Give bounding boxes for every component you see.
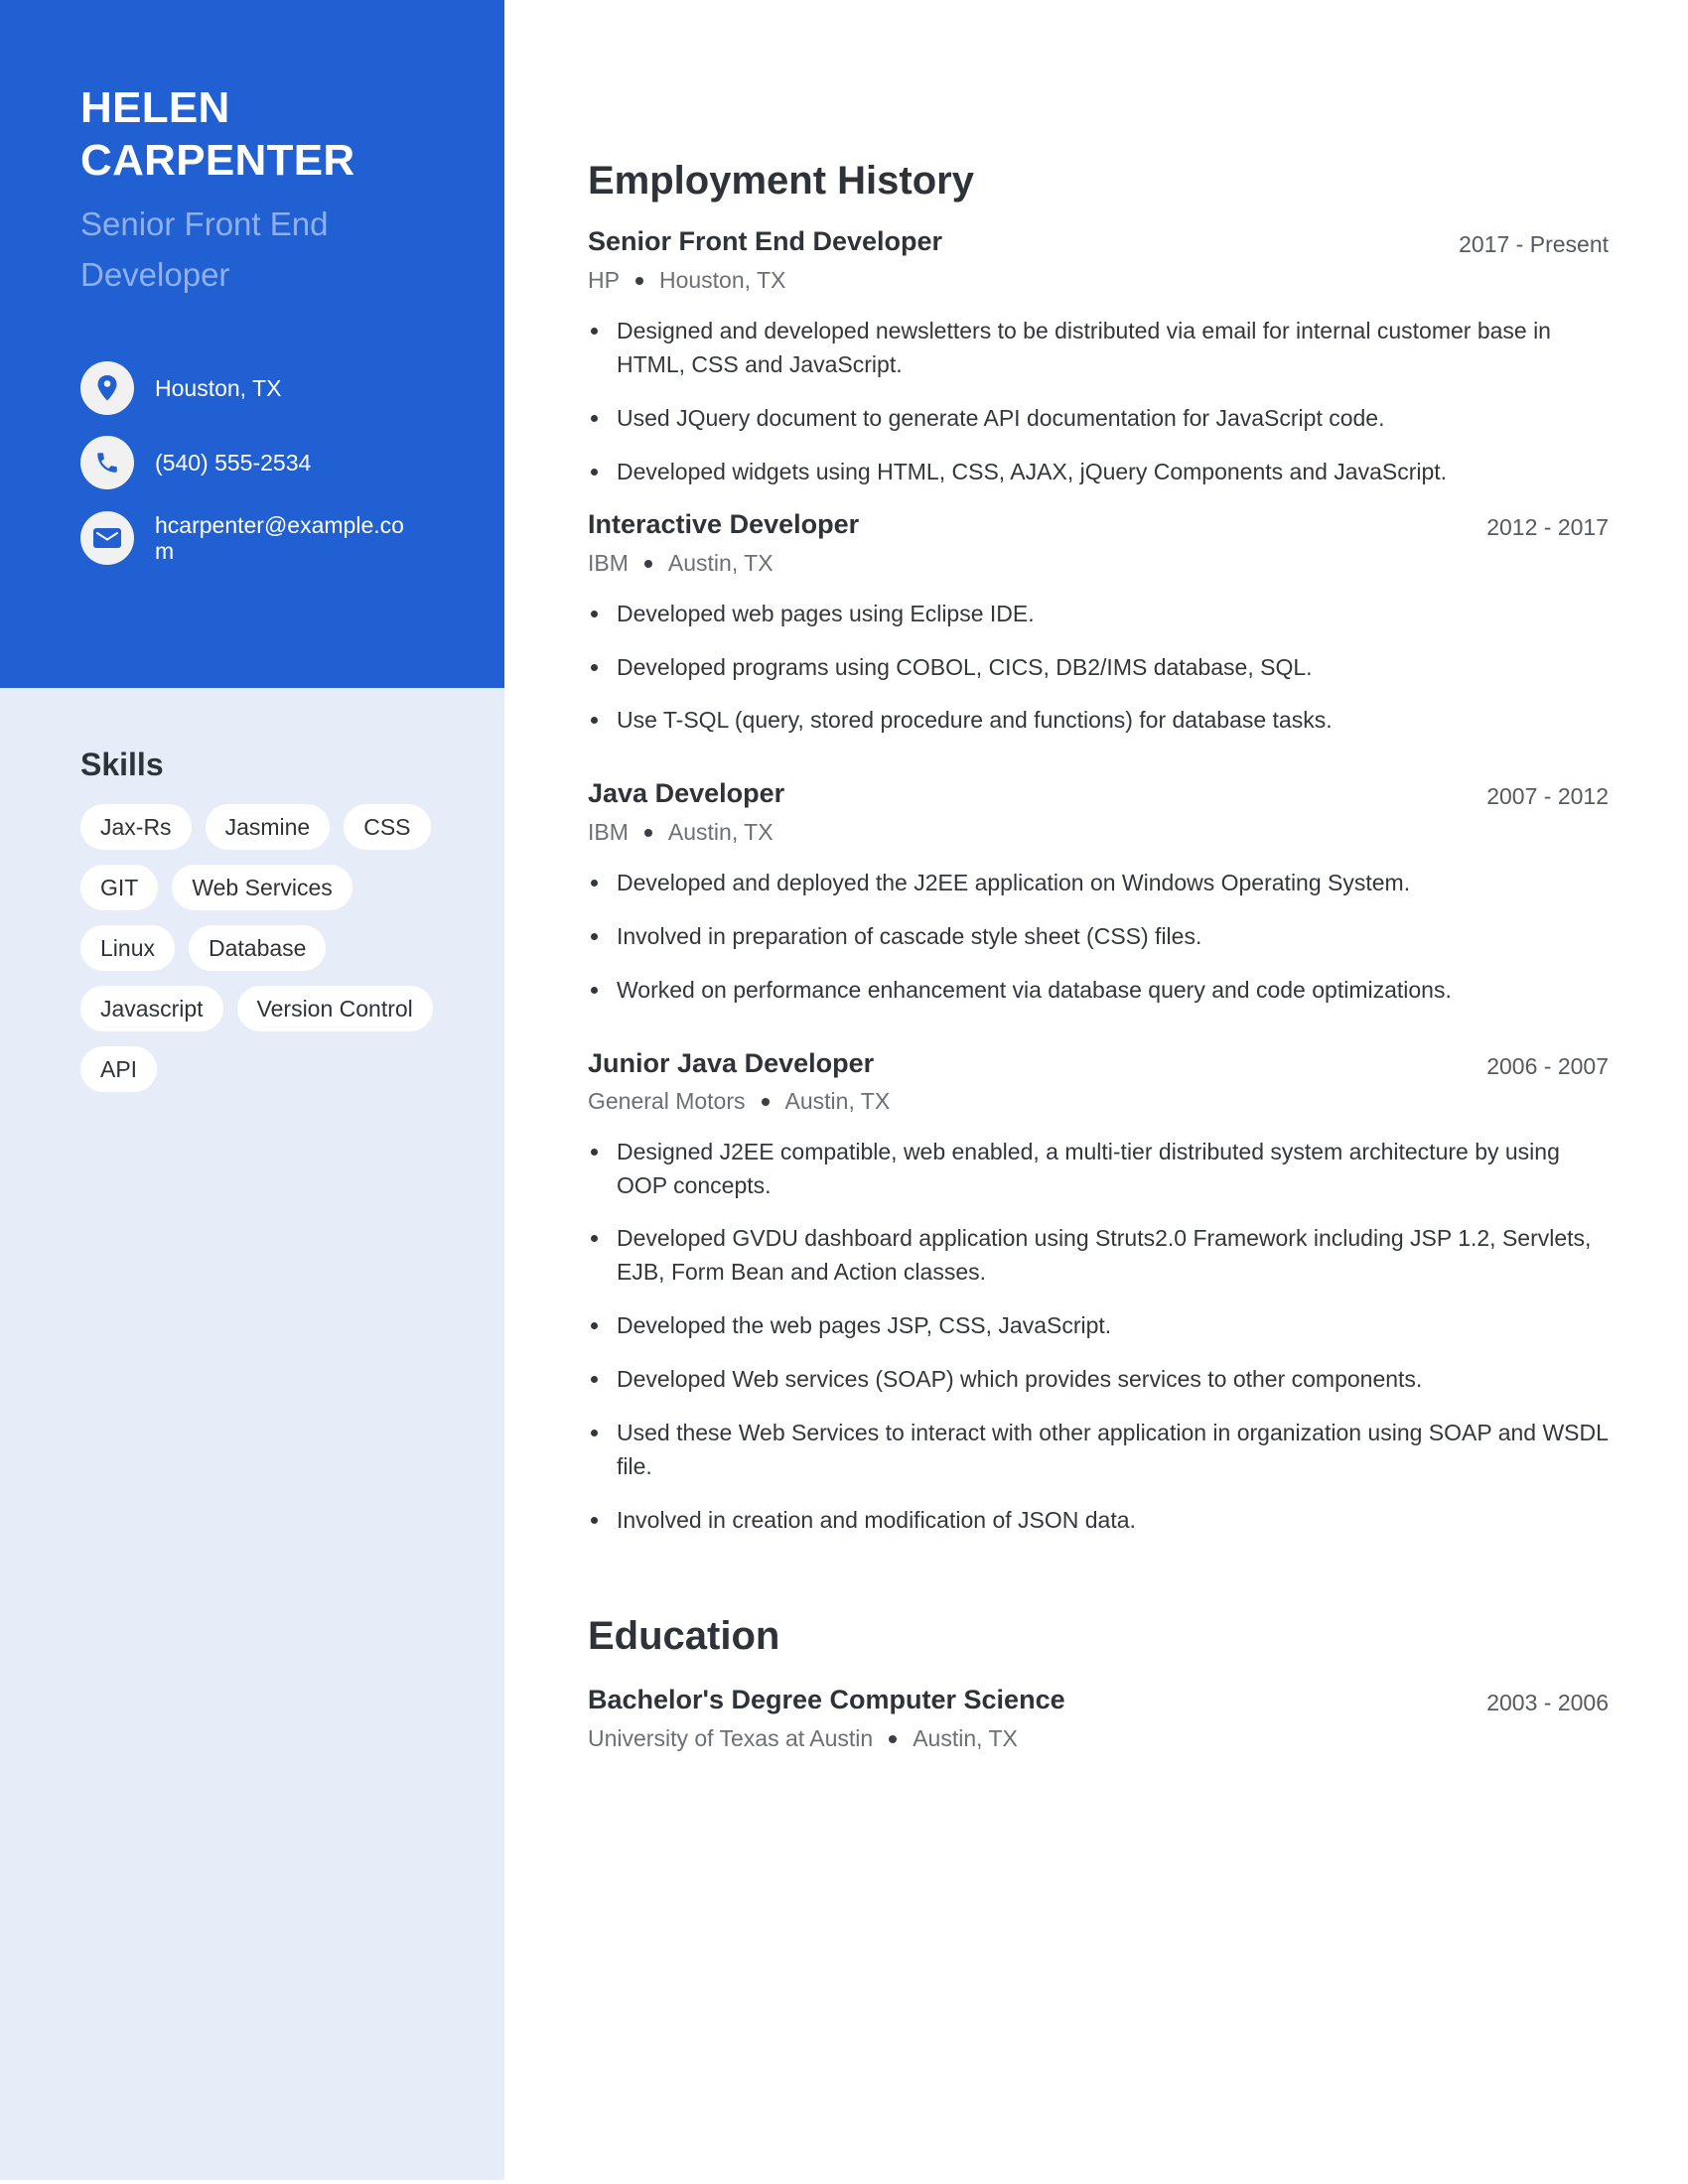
degree-title: Bachelor's Degree Computer Science <box>588 1685 1065 1714</box>
skill-pill: GIT <box>80 865 159 910</box>
job-dates: 2007 - 2012 <box>1486 783 1609 809</box>
school-location: University of Texas at Austin Austin, TX <box>588 1725 1018 1752</box>
employment-heading: Employment History <box>588 159 974 203</box>
skill-pill: Web Services <box>172 865 352 910</box>
job-bullet: Developed Web services (SOAP) which prov… <box>588 1362 1609 1396</box>
skill-pill: CSS <box>344 804 431 850</box>
job-dates: 2012 - 2017 <box>1486 514 1609 540</box>
contact-phone-text: (540) 555-2534 <box>155 450 312 476</box>
separator-dot <box>889 1734 898 1743</box>
job-bullet: Designed J2EE compatible, web enabled, a… <box>588 1135 1609 1202</box>
job-bullet: Developed the web pages JSP, CSS, JavaSc… <box>588 1308 1609 1342</box>
mail-icon <box>80 511 134 565</box>
job-location: Austin, TX <box>784 1088 891 1114</box>
map-pin-icon <box>80 361 134 415</box>
job-bullet: Used these Web Services to interact with… <box>588 1416 1609 1483</box>
contact-location-text: Houston, TX <box>155 375 282 401</box>
skill-pill: Version Control <box>236 986 433 1031</box>
job-bullet: Use T-SQL (query, stored procedure and f… <box>588 703 1609 737</box>
job-company-location: HP Houston, TX <box>588 267 785 294</box>
job-dates: 2017 - Present <box>1459 231 1609 257</box>
education-heading: Education <box>588 1614 780 1658</box>
skill-pill: Javascript <box>80 986 223 1031</box>
skill-pill: Database <box>188 925 327 971</box>
job-company: HP <box>588 267 620 293</box>
education-dates: 2003 - 2006 <box>1486 1690 1609 1715</box>
job-company: IBM <box>588 550 629 576</box>
job-location: Houston, TX <box>658 267 786 293</box>
job-location: Austin, TX <box>667 819 774 845</box>
job-company: General Motors <box>588 1088 746 1114</box>
separator-dot <box>761 1097 770 1106</box>
job-company-location: General Motors Austin, TX <box>588 1088 890 1115</box>
job-bullet: Worked on performance enhancement via da… <box>588 973 1609 1007</box>
job-bullet: Developed widgets using HTML, CSS, AJAX,… <box>588 455 1609 488</box>
job-company-location: IBM Austin, TX <box>588 550 774 577</box>
job-bullet: Involved in creation and modification of… <box>588 1503 1609 1537</box>
job-location: Austin, TX <box>667 550 774 576</box>
job-title: Interactive Developer <box>588 509 860 539</box>
job-title: Senior Front End Developer <box>588 226 943 256</box>
contact-email: hcarpenter@example.com <box>80 511 458 565</box>
separator-dot <box>634 276 643 285</box>
skills-list: Jax-Rs Jasmine CSS GIT Web Services Linu… <box>80 804 438 1092</box>
sidebar: HELEN CARPENTER Senior Front End Develop… <box>0 0 504 2180</box>
job-dates: 2006 - 2007 <box>1486 1053 1609 1079</box>
contact-phone: (540) 555-2534 <box>80 436 458 489</box>
job-company-location: IBM Austin, TX <box>588 819 774 846</box>
skills-heading: Skills <box>80 747 164 782</box>
skill-pill: API <box>80 1046 158 1092</box>
job-bullet: Developed web pages using Eclipse IDE. <box>588 597 1609 630</box>
job-bullet: Designed and developed newsletters to be… <box>588 314 1609 381</box>
job-title: Java Developer <box>588 778 785 808</box>
school-name: University of Texas at Austin <box>588 1725 874 1751</box>
profile-header: HELEN CARPENTER Senior Front End Develop… <box>0 0 504 688</box>
separator-dot <box>643 559 652 568</box>
skill-pill: Jasmine <box>205 804 331 850</box>
contact-location: Houston, TX <box>80 361 458 415</box>
skill-pill: Jax-Rs <box>80 804 192 850</box>
job-title: Junior Java Developer <box>588 1048 875 1078</box>
job-bullet: Used JQuery document to generate API doc… <box>588 401 1609 435</box>
candidate-name: HELEN CARPENTER <box>80 81 458 187</box>
job-bullet: Developed GVDU dashboard application usi… <box>588 1221 1609 1289</box>
school-location-text: Austin, TX <box>913 1725 1018 1751</box>
contact-email-text: hcarpenter@example.com <box>155 512 404 564</box>
name-first: HELEN <box>80 83 230 132</box>
name-last: CARPENTER <box>80 136 355 185</box>
job-bullet: Developed and deployed the J2EE applicat… <box>588 866 1609 899</box>
job-bullet: Involved in preparation of cascade style… <box>588 919 1609 953</box>
job-company: IBM <box>588 819 629 845</box>
job-bullet: Developed programs using COBOL, CICS, DB… <box>588 650 1609 684</box>
skill-pill: Linux <box>80 925 175 971</box>
phone-icon <box>80 436 134 489</box>
separator-dot <box>643 828 652 837</box>
candidate-title: Senior Front End Developer <box>80 205 329 293</box>
